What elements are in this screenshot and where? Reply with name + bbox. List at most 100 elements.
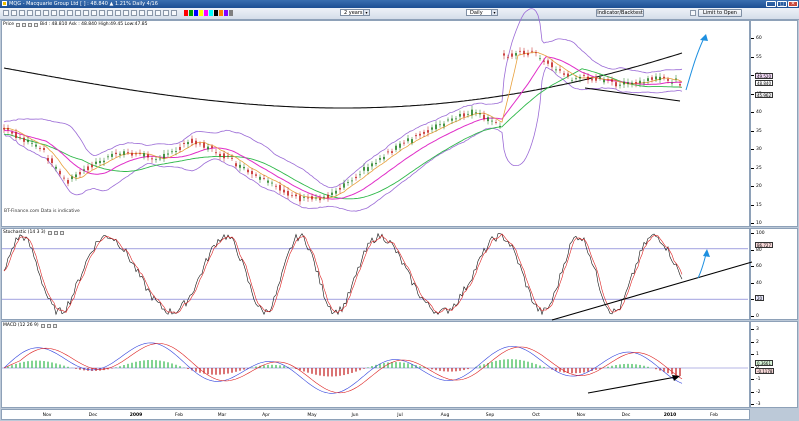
toolbar-tool-icon[interactable]: [27, 10, 33, 16]
color-swatch[interactable]: [194, 10, 198, 16]
color-swatch[interactable]: [204, 10, 208, 16]
color-swatch[interactable]: [224, 10, 228, 16]
price-panel[interactable]: Price Bid : 48.810 Ask : 48.840 High:49.…: [1, 20, 750, 227]
toolbar-tool-icon[interactable]: [75, 10, 81, 16]
date-axis-label: Nov: [42, 413, 52, 418]
zoom-out-icon[interactable]: [27, 22, 32, 27]
date-axis: Nov Dec 2009 Feb Mar Apr May Jun Jul Aug Sep Oct Nov…: [1, 409, 750, 420]
color-swatch[interactable]: [219, 10, 223, 16]
settings-icon[interactable]: [47, 230, 52, 235]
date-axis-label: 2010: [663, 413, 677, 418]
date-axis-label: 2009: [129, 413, 143, 418]
toolbar-tool-icon[interactable]: [107, 10, 113, 16]
date-axis-label: Sep: [485, 413, 495, 418]
color-swatch[interactable]: [184, 10, 188, 16]
macd-panel[interactable]: MACD (12 26 9): [1, 321, 750, 408]
toolbar-tool-icon[interactable]: [35, 10, 41, 16]
toolbar-tool-icon[interactable]: [155, 10, 161, 16]
stochastic-panel[interactable]: Stochastic (14 3 3): [1, 228, 750, 320]
close-icon[interactable]: [52, 323, 57, 328]
toolbar-tool-icon[interactable]: [171, 10, 177, 16]
toolbar-tool-icon[interactable]: [147, 10, 153, 16]
maximize-button[interactable]: □: [777, 1, 787, 7]
axis-tick-label: 15: [751, 202, 762, 208]
indicator-backtest-button[interactable]: Indicator/Backtest: [596, 9, 644, 17]
app-icon: [2, 1, 7, 6]
date-axis-label: Apr: [262, 413, 270, 418]
zoom-in-icon[interactable]: [46, 323, 51, 328]
axis-tick-label: 30: [751, 147, 762, 152]
close-icon[interactable]: [33, 22, 38, 27]
period-select[interactable]: 2 years ▾: [340, 9, 370, 16]
axis-tick-label: 40: [751, 110, 762, 115]
price-quote: Bid : 48.810 Ask : 48.840 High:49.45 Low…: [39, 22, 148, 27]
help-icon[interactable]: [690, 10, 696, 16]
toolbar-tool-icon[interactable]: [123, 10, 129, 16]
axis-tick-label: 40: [751, 280, 762, 286]
data-copyright: BT-Finance.com Data is indicative: [4, 209, 80, 214]
axis-tick-label: 3: [751, 327, 759, 332]
value-badge: 48.840: [755, 80, 773, 86]
stochastic-axis: 10080604020086.72720: [750, 228, 798, 320]
price-axis: 605550454035302520151049.52048.84045.962: [750, 20, 798, 227]
macd-axis: 3 2 1 0 -1 -2 -3 0.3661 -0.1178: [750, 321, 798, 408]
stochastic-panel-label: Stochastic (14 3 3): [3, 230, 46, 235]
toolbar-tool-icon[interactable]: [163, 10, 169, 16]
toolbar-tool-icon[interactable]: [11, 10, 17, 16]
toolbar-tool-icon[interactable]: [51, 10, 57, 16]
axis-tick-label: 10: [751, 221, 762, 226]
value-badge: 20: [755, 295, 765, 301]
toolbar-tool-icon[interactable]: [99, 10, 105, 16]
date-axis-label: Oct: [532, 413, 540, 418]
color-swatch[interactable]: [229, 10, 233, 16]
axis-tick-label: 60: [751, 264, 762, 269]
minimize-button[interactable]: _: [766, 1, 776, 7]
toolbar-tool-icon[interactable]: [115, 10, 121, 16]
toolbar-tool-icon[interactable]: [131, 10, 137, 16]
toolbar-tool-icon[interactable]: [43, 10, 49, 16]
zoom-in-icon[interactable]: [21, 22, 26, 27]
date-axis-label: Aug: [440, 413, 450, 418]
color-swatch[interactable]: [199, 10, 203, 16]
macd-panel-header: MACD (12 26 9): [3, 323, 57, 328]
limit-to-open-button[interactable]: Limit to Open: [698, 9, 742, 17]
price-panel-header: Price Bid : 48.810 Ask : 48.840 High:49.…: [3, 22, 148, 27]
date-axis-label: Jul: [397, 413, 403, 418]
toolbar-tool-icon[interactable]: [67, 10, 73, 16]
value-badge: 0.3661: [755, 360, 773, 366]
toolbar-tool-icon[interactable]: [139, 10, 145, 16]
interval-select[interactable]: Daily ▾: [466, 9, 498, 16]
date-axis-label: May: [307, 413, 317, 418]
toolbar-tool-icon[interactable]: [19, 10, 25, 16]
title-bar: MQG - Macquarie Group Ltd [ ] : 48.840 ▲…: [0, 0, 799, 8]
toolbar-tool-icon[interactable]: [83, 10, 89, 16]
axis-tick-label: 55: [751, 54, 762, 60]
toolbar-tool-icon[interactable]: [59, 10, 65, 16]
zoom-in-icon[interactable]: [53, 230, 58, 235]
toolbar-tool-icon[interactable]: [91, 10, 97, 16]
axis-tick-label: 100: [751, 231, 765, 236]
axis-tick-label: 60: [751, 36, 762, 41]
date-axis-label: Mar: [217, 413, 227, 418]
close-button[interactable]: ✕: [788, 1, 798, 7]
date-axis-label: Dec: [621, 413, 631, 418]
close-icon[interactable]: [59, 230, 64, 235]
chevron-down-icon: ▾: [491, 10, 497, 15]
stochastic-panel-header: Stochastic (14 3 3): [3, 230, 64, 235]
period-select-value: 2 years: [344, 10, 363, 16]
color-swatch[interactable]: [214, 10, 218, 16]
settings-icon[interactable]: [15, 22, 20, 27]
toolbar-tool-icon[interactable]: [3, 10, 9, 16]
price-panel-label: Price: [3, 22, 14, 27]
axis-tick-label: 20: [751, 184, 762, 189]
settings-icon[interactable]: [40, 323, 45, 328]
axis-tick-label: 0: [751, 313, 759, 319]
axis-tick-label: 1: [751, 352, 759, 357]
axis-tick-label: 35: [751, 128, 762, 134]
value-badge: -0.1178: [755, 368, 775, 374]
toolbar: 2 years ▾ Daily ▾ Indicator/Backtest Lim…: [0, 8, 799, 20]
color-swatch[interactable]: [189, 10, 193, 16]
color-swatch[interactable]: [209, 10, 213, 16]
date-axis-label: Nov: [576, 413, 586, 418]
axis-tick-label: -1: [751, 377, 761, 382]
